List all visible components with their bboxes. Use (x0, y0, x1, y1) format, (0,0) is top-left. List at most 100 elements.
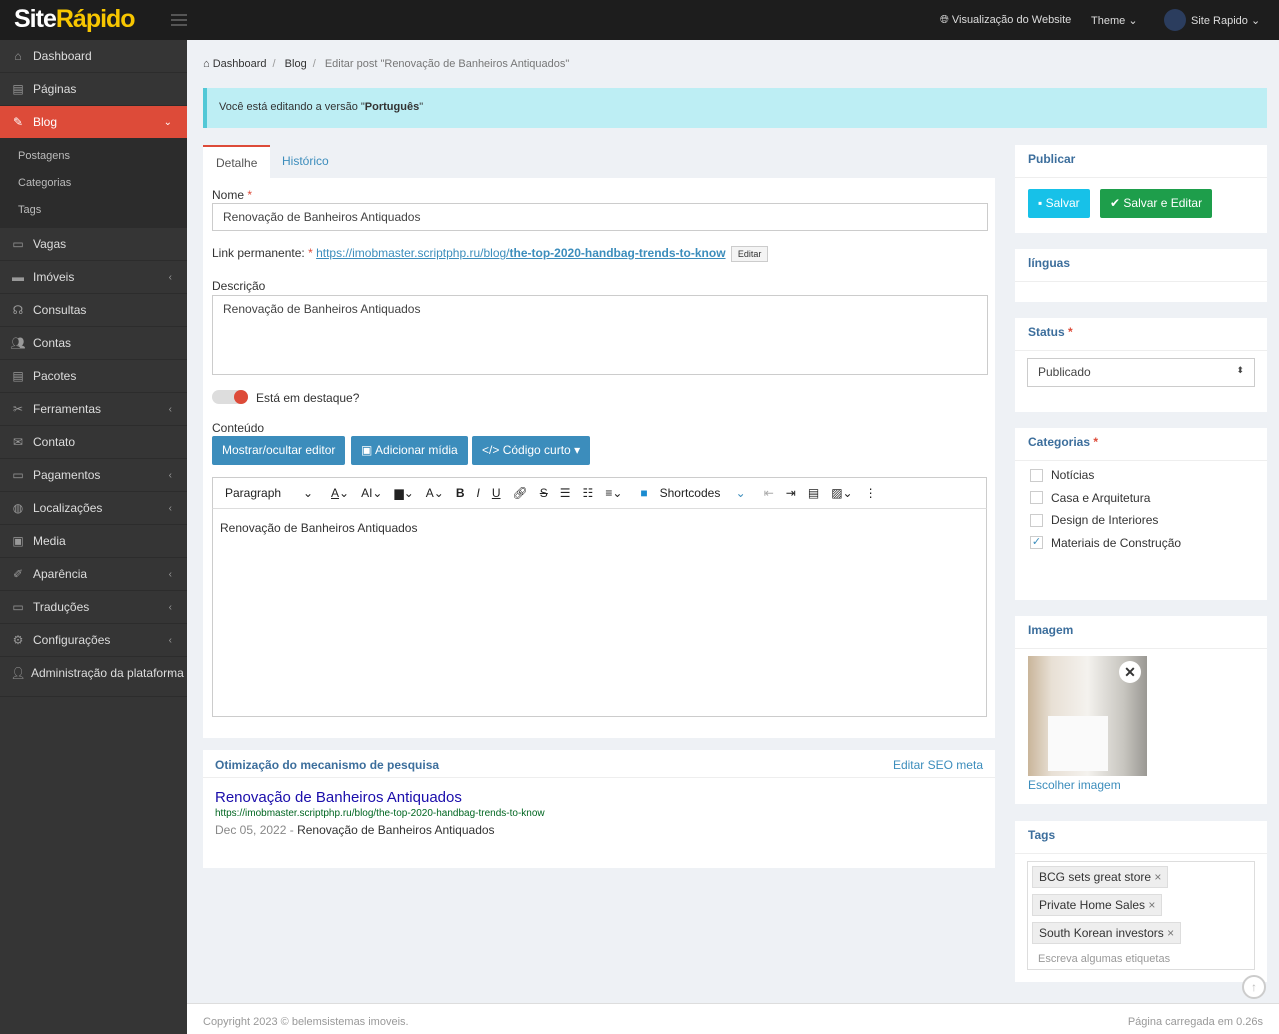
checkbox-icon[interactable] (1030, 491, 1043, 505)
breadcrumb-dashboard[interactable]: Dashboard (213, 58, 267, 70)
toggle-editor-button[interactable]: Mostrar/ocultar editor (212, 436, 346, 465)
edit-seo-link[interactable]: Editar SEO meta (893, 758, 983, 772)
seo-preview-url: https://imobmaster.scriptphp.ru/blog/the… (215, 808, 545, 819)
more-icon[interactable]: ⋮ (865, 486, 877, 500)
highlight-icon[interactable]: ▆⌄ (394, 486, 413, 500)
status-card: Status * Publicado ⬍ (1015, 318, 1267, 412)
format-select[interactable]: Paragraph ⌄ (219, 486, 319, 500)
tag-chip: South Korean investors × (1028, 919, 1254, 947)
id-card-icon: ▭ (12, 237, 24, 251)
sidebar-item-1[interactable]: ▤ Páginas (0, 73, 187, 106)
shortcode-button[interactable]: </> Código curto ▾ (472, 436, 591, 465)
remove-image-icon[interactable]: ✕ (1119, 661, 1141, 683)
submenu-item[interactable]: Categorias (0, 170, 187, 197)
font-family-icon[interactable]: A⌄ (426, 486, 444, 500)
remove-tag-icon[interactable]: × (1148, 898, 1155, 912)
seo-preview-title: Renovação de Banheiros Antiquados (215, 789, 462, 806)
bold-icon[interactable]: B (456, 486, 465, 500)
check-circle-icon: ✔ (1110, 196, 1124, 210)
font-color-icon[interactable]: A⌄ (331, 486, 349, 500)
permalink-link[interactable]: https://imobmaster.scriptphp.ru/blog/the… (316, 246, 725, 260)
list-icon: ▤ (12, 369, 24, 383)
italic-icon[interactable]: I (477, 486, 480, 500)
website-view-link[interactable]: 🌐︎ Visualização do Website (940, 14, 1071, 27)
sidebar-item-9[interactable]: ✉ Contato (0, 426, 187, 459)
top-bar: SiteRápido 🌐︎ Visualização do Website Th… (0, 0, 1279, 40)
breadcrumb-current: Editar post "Renovação de Banheiros Anti… (324, 58, 570, 70)
languages-card: línguas (1015, 249, 1267, 302)
outdent-icon[interactable]: ⇤ (764, 486, 774, 500)
add-media-button[interactable]: ▣ Adicionar mídia (351, 436, 468, 465)
checkbox-icon[interactable]: ✓ (1030, 536, 1043, 550)
sidebar-item-5[interactable]: ☊ Consultas (0, 294, 187, 327)
content-editor[interactable]: Renovação de Banheiros Antiquados (212, 509, 987, 717)
scroll-top-button[interactable]: ↑ (1242, 975, 1266, 999)
category-checkbox[interactable]: Notícias (1015, 464, 1267, 487)
save-edit-button[interactable]: ✔ Salvar e Editar (1100, 189, 1213, 218)
sidebar-item-11[interactable]: ◍ Localizações ‹ (0, 492, 187, 525)
submenu-item[interactable]: Postagens (0, 143, 187, 170)
sidebar-item-6[interactable]: 👥︎ Contas (0, 327, 187, 360)
bullet-list-icon[interactable]: ☰ (560, 486, 571, 500)
category-checkbox[interactable]: Casa e Arquitetura (1015, 487, 1267, 510)
remove-tag-icon[interactable]: × (1154, 870, 1161, 884)
breadcrumb-blog[interactable]: Blog (285, 58, 307, 70)
sidebar-item-2[interactable]: ✎ Blog ⌄ (0, 106, 187, 139)
user-shield-icon: 👤︎ (10, 666, 26, 680)
indent-icon[interactable]: ⇥ (786, 486, 796, 500)
tags-input[interactable]: BCG sets great store × Private Home Sales… (1027, 861, 1255, 970)
html-icon[interactable]: ▤ (808, 486, 819, 500)
logo[interactable]: SiteRápido (14, 5, 136, 34)
sidebar-item-13[interactable]: ✐ Aparência ‹ (0, 558, 187, 591)
globe-icon: 🌐︎ (940, 14, 952, 26)
font-size-icon[interactable]: AI⌄ (361, 486, 382, 500)
numbered-list-icon[interactable]: ☷ (583, 486, 594, 500)
tools-icon: ✂ (12, 402, 24, 416)
menu-toggle-icon[interactable] (171, 14, 187, 29)
save-icon: ▪ (1038, 196, 1046, 210)
underline-icon[interactable]: U (492, 486, 501, 500)
sidebar-item-4[interactable]: ▬ Imóveis ‹ (0, 261, 187, 294)
save-button[interactable]: ▪ Salvar (1028, 189, 1090, 218)
link-icon[interactable]: 🔗︎ (513, 486, 528, 500)
chevron-left-icon: ‹ (168, 403, 172, 415)
strikethrough-icon[interactable]: S (540, 486, 548, 500)
sidebar-item-10[interactable]: ▭ Pagamentos ‹ (0, 459, 187, 492)
sidebar-item-14[interactable]: ▭ Traduções ‹ (0, 591, 187, 624)
name-input[interactable]: Renovação de Banheiros Antiquados (212, 203, 988, 231)
submenu-item[interactable]: Tags (0, 197, 187, 224)
footer: Copyright 2023 © belemsistemas imoveis. P… (187, 1003, 1279, 1034)
tag-chip: Private Home Sales × (1028, 891, 1254, 919)
sidebar-item-0[interactable]: ⌂ Dashboard (0, 40, 187, 73)
tag-text-input[interactable]: Escreva algumas etiquetas (1028, 947, 1254, 971)
theme-dropdown[interactable]: Theme ⌄ (1091, 14, 1138, 27)
users-icon: 👥︎ (10, 336, 26, 350)
sidebar-item-16[interactable]: 👤︎ Administração da plataforma ‹ (0, 657, 187, 697)
book-icon: ▤ (12, 82, 24, 96)
sidebar-item-12[interactable]: ▣ Media (0, 525, 187, 558)
permalink-edit-button[interactable]: Editar (730, 246, 769, 262)
category-checkbox[interactable]: Design de Interiores (1015, 509, 1267, 532)
tab-detail[interactable]: Detalhe (203, 145, 271, 178)
checkbox-icon[interactable] (1030, 513, 1043, 527)
tab-revision-history[interactable]: Histórico de Revisão (269, 145, 342, 234)
remove-tag-icon[interactable]: × (1167, 926, 1174, 940)
sidebar-item-8[interactable]: ✂ Ferramentas ‹ (0, 393, 187, 426)
avatar[interactable] (1164, 9, 1186, 31)
status-select[interactable]: Publicado ⬍ (1027, 358, 1255, 387)
headset-icon: ☊ (12, 303, 24, 317)
shortcodes-dropdown[interactable]: ■ Shortcodes ⌄ (634, 486, 751, 500)
sidebar-item-15[interactable]: ⚙ Configurações ‹ (0, 624, 187, 657)
user-dropdown[interactable]: Site Rapido ⌄ (1191, 14, 1260, 27)
align-icon[interactable]: ≡⌄ (605, 486, 622, 500)
description-textarea[interactable]: Renovação de Banheiros Antiquados (212, 295, 988, 375)
category-checkbox[interactable]: ✓ Materiais de Construção (1015, 532, 1267, 555)
insert-image-icon[interactable]: ▨⌄ (831, 486, 852, 500)
choose-image-link[interactable]: Escolher imagem (1028, 778, 1121, 792)
sidebar-item-3[interactable]: ▭ Vagas (0, 228, 187, 261)
checkbox-icon[interactable] (1030, 468, 1043, 482)
code-icon: </> (482, 443, 503, 457)
chevron-left-icon: ‹ (168, 634, 172, 646)
featured-toggle[interactable] (212, 390, 248, 404)
sidebar-item-7[interactable]: ▤ Pacotes (0, 360, 187, 393)
